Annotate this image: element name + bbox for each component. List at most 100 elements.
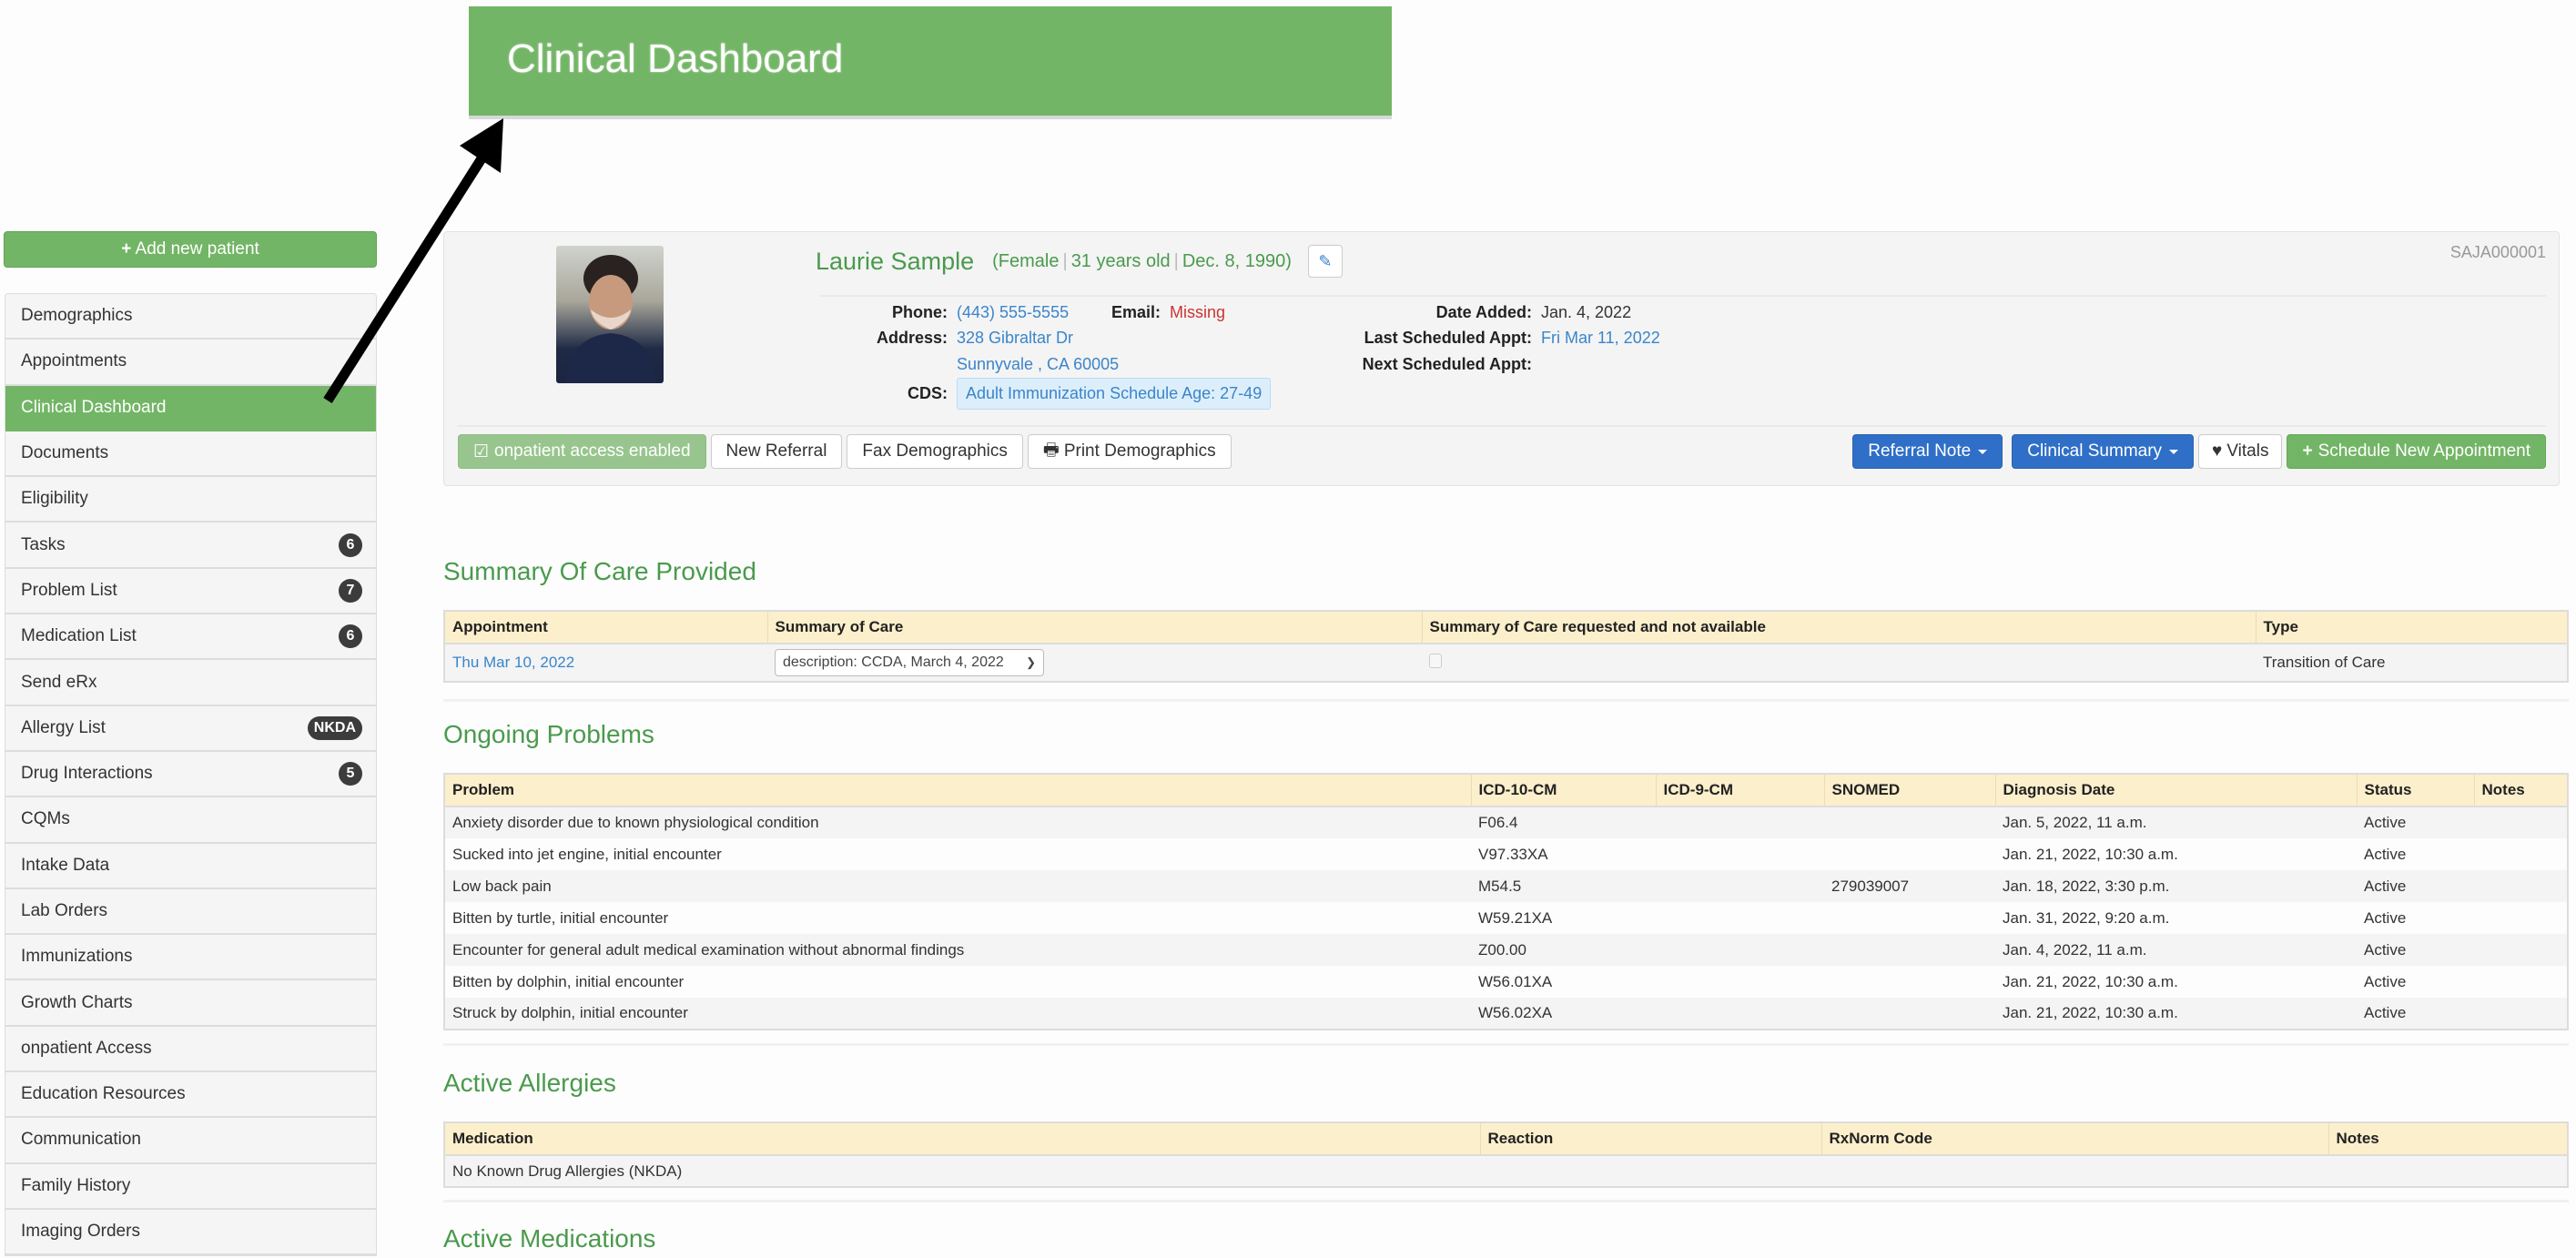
caret-down-icon	[1978, 449, 1988, 454]
cell-problem: Bitten by turtle, initial encounter	[444, 902, 1471, 934]
cell-snomed	[1824, 838, 1995, 870]
vitals-label: Vitals	[2226, 441, 2269, 461]
patient-id: SAJA000001	[2449, 243, 2546, 261]
cell-status: Active	[2357, 998, 2474, 1030]
sidebar-item-education-resources[interactable]: Education Resources	[5, 1072, 376, 1119]
sidebar-item-eligibility[interactable]: Eligibility	[5, 477, 376, 523]
active-allergies-title: Active Allergies	[443, 1069, 616, 1097]
sidebar-item-immunizations[interactable]: Immunizations	[5, 935, 376, 981]
phone-label: Phone:	[892, 302, 948, 321]
next-appt-label: Next Scheduled Appt:	[1362, 354, 1532, 373]
chevron-down-icon: ❯	[1026, 655, 1036, 669]
count-badge: 7	[339, 578, 362, 603]
cds-badge[interactable]: Adult Immunization Schedule Age: 27-49	[957, 378, 1272, 410]
sidebar-item-cqms[interactable]: CQMs	[5, 797, 376, 844]
sidebar-item-growth-charts[interactable]: Growth Charts	[5, 980, 376, 1027]
referral-note-dropdown[interactable]: Referral Note	[1852, 434, 2003, 469]
sidebar-item-send-erx[interactable]: Send eRx	[5, 660, 376, 706]
add-new-patient-button[interactable]: + Add new patient	[4, 231, 377, 268]
sidebar-item-documents[interactable]: Documents	[5, 431, 376, 478]
cell-icd-10-cm: F06.4	[1471, 807, 1656, 838]
address-line2[interactable]: Sunnyvale , CA 60005	[957, 355, 1119, 374]
cell-icd-10-cm: W56.01XA	[1471, 966, 1656, 998]
divider	[457, 425, 2546, 427]
sidebar-item-appointments[interactable]: Appointments	[5, 340, 376, 386]
pencil-icon: ✎	[1318, 251, 1333, 270]
table-row[interactable]: Sucked into jet engine, initial encounte…	[444, 838, 2568, 870]
new-referral-button[interactable]: New Referral	[710, 434, 843, 469]
appointment-link[interactable]: Thu Mar 10, 2022	[452, 654, 574, 671]
sidebar-item-label: Tasks	[21, 534, 66, 554]
column-header: Notes	[2474, 774, 2569, 807]
column-header: Summary of Care	[767, 611, 1423, 644]
summary-of-care-select[interactable]: description: CCDA, March 4, 2022 ❯	[775, 649, 1044, 676]
cell-notes	[2474, 807, 2568, 838]
onpatient-access-button[interactable]: ☑ onpatient access enabled	[458, 434, 706, 469]
sidebar-item-tasks[interactable]: Tasks 6	[5, 522, 376, 569]
vitals-button[interactable]: ♥ Vitals	[2198, 434, 2283, 469]
cell-diagnosis-date: Jan. 18, 2022, 3:30 p.m.	[1995, 870, 2357, 902]
referral-note-label: Referral Note	[1868, 441, 1972, 461]
sidebar-item-intake-data[interactable]: Intake Data	[5, 844, 376, 889]
cell-icd-9-cm	[1656, 870, 1824, 902]
patient-header-card: SAJA000001 Laurie Sample (Female | 31 year…	[443, 231, 2560, 486]
sidebar-item-drug-interactions[interactable]: Drug Interactions 5	[5, 752, 376, 798]
sidebar-item-medication-list[interactable]: Medication List 6	[5, 614, 376, 661]
section-divider	[443, 1043, 2569, 1046]
cell-status: Active	[2357, 966, 2474, 998]
table-row[interactable]: Low back pain M54.5 279039007 Jan. 18, 2022…	[444, 870, 2568, 902]
table-row[interactable]: Anxiety disorder due to known physiologi…	[444, 807, 2568, 838]
column-header: Status	[2357, 774, 2475, 807]
cell-icd-9-cm	[1656, 934, 1824, 966]
count-badge: NKDA	[307, 715, 362, 740]
column-header: ICD-10-CM	[1471, 774, 1657, 807]
table-row[interactable]: Struck by dolphin, initial encounter W56.…	[444, 998, 2568, 1030]
cell-problem: Struck by dolphin, initial encounter	[444, 998, 1471, 1030]
column-header: Diagnosis Date	[1995, 774, 2358, 807]
patient-gender: Female	[998, 250, 1060, 271]
fax-demographics-button[interactable]: Fax Demographics	[847, 434, 1023, 469]
count-badge: 5	[339, 762, 362, 786]
last-appt-label: Last Scheduled Appt:	[1364, 329, 1532, 348]
print-demographics-button[interactable]: 🖶 Print Demographics	[1027, 434, 1232, 469]
table-row[interactable]: Bitten by turtle, initial encounter W59.2…	[444, 902, 2568, 934]
sidebar-item-communication[interactable]: Communication	[5, 1118, 376, 1164]
cell-snomed	[1824, 902, 1995, 934]
sidebar-item-lab-orders[interactable]: Lab Orders	[5, 889, 376, 936]
last-appt-link[interactable]: Fri Mar 11, 2022	[1541, 329, 1660, 348]
patient-age: 31 years old	[1070, 250, 1171, 271]
phone-link[interactable]: (443) 555-5555	[957, 303, 1111, 322]
table-row[interactable]: Bitten by dolphin, initial encounter W56.…	[444, 966, 2568, 998]
cell-diagnosis-date: Jan. 21, 2022, 10:30 a.m.	[1995, 998, 2357, 1030]
sidebar-item-demographics[interactable]: Demographics	[5, 294, 376, 340]
column-header: RxNorm Code	[1821, 1122, 2329, 1156]
cell-notes	[2474, 838, 2568, 870]
cell-icd-10-cm: M54.5	[1471, 870, 1656, 902]
summary-of-care-title: Summary Of Care Provided	[443, 557, 756, 585]
sidebar-item-label: Send eRx	[21, 672, 97, 692]
divider	[820, 295, 2546, 297]
sidebar-item-imaging-orders[interactable]: Imaging Orders	[5, 1210, 376, 1256]
requested-not-available-checkbox[interactable]	[1429, 653, 1442, 668]
sidebar-item-label: Medication List	[21, 626, 137, 646]
table-row[interactable]: Encounter for general adult medical exam…	[444, 934, 2568, 966]
edit-patient-button[interactable]: ✎	[1307, 245, 1343, 278]
sidebar-item-label: Drug Interactions	[21, 764, 153, 784]
address-line1[interactable]: 328 Gibraltar Dr	[957, 329, 1073, 348]
count-badge: 6	[339, 624, 362, 649]
section-divider	[443, 1200, 2569, 1202]
cds-label: CDS:	[908, 384, 948, 402]
sidebar-item-onpatient-access[interactable]: onpatient Access	[5, 1027, 376, 1073]
sidebar-item-clinical-dashboard[interactable]: Clinical Dashboard	[5, 385, 376, 431]
sidebar-item-label: Imaging Orders	[21, 1222, 140, 1242]
cell-icd-9-cm	[1656, 902, 1824, 934]
table-row: No Known Drug Allergies (NKDA)	[444, 1155, 2568, 1187]
print-icon: 🖶	[1042, 441, 1060, 460]
clinical-summary-dropdown[interactable]: Clinical Summary	[2012, 434, 2195, 469]
sidebar-item-family-history[interactable]: Family History	[5, 1164, 376, 1210]
sidebar-item-problem-list[interactable]: Problem List 7	[5, 569, 376, 615]
cell-snomed	[1824, 807, 1995, 838]
sidebar-item-label: Intake Data	[21, 855, 110, 875]
sidebar-item-allergy-list[interactable]: Allergy List NKDA	[5, 706, 376, 752]
schedule-appointment-button[interactable]: + Schedule New Appointment	[2287, 434, 2546, 469]
